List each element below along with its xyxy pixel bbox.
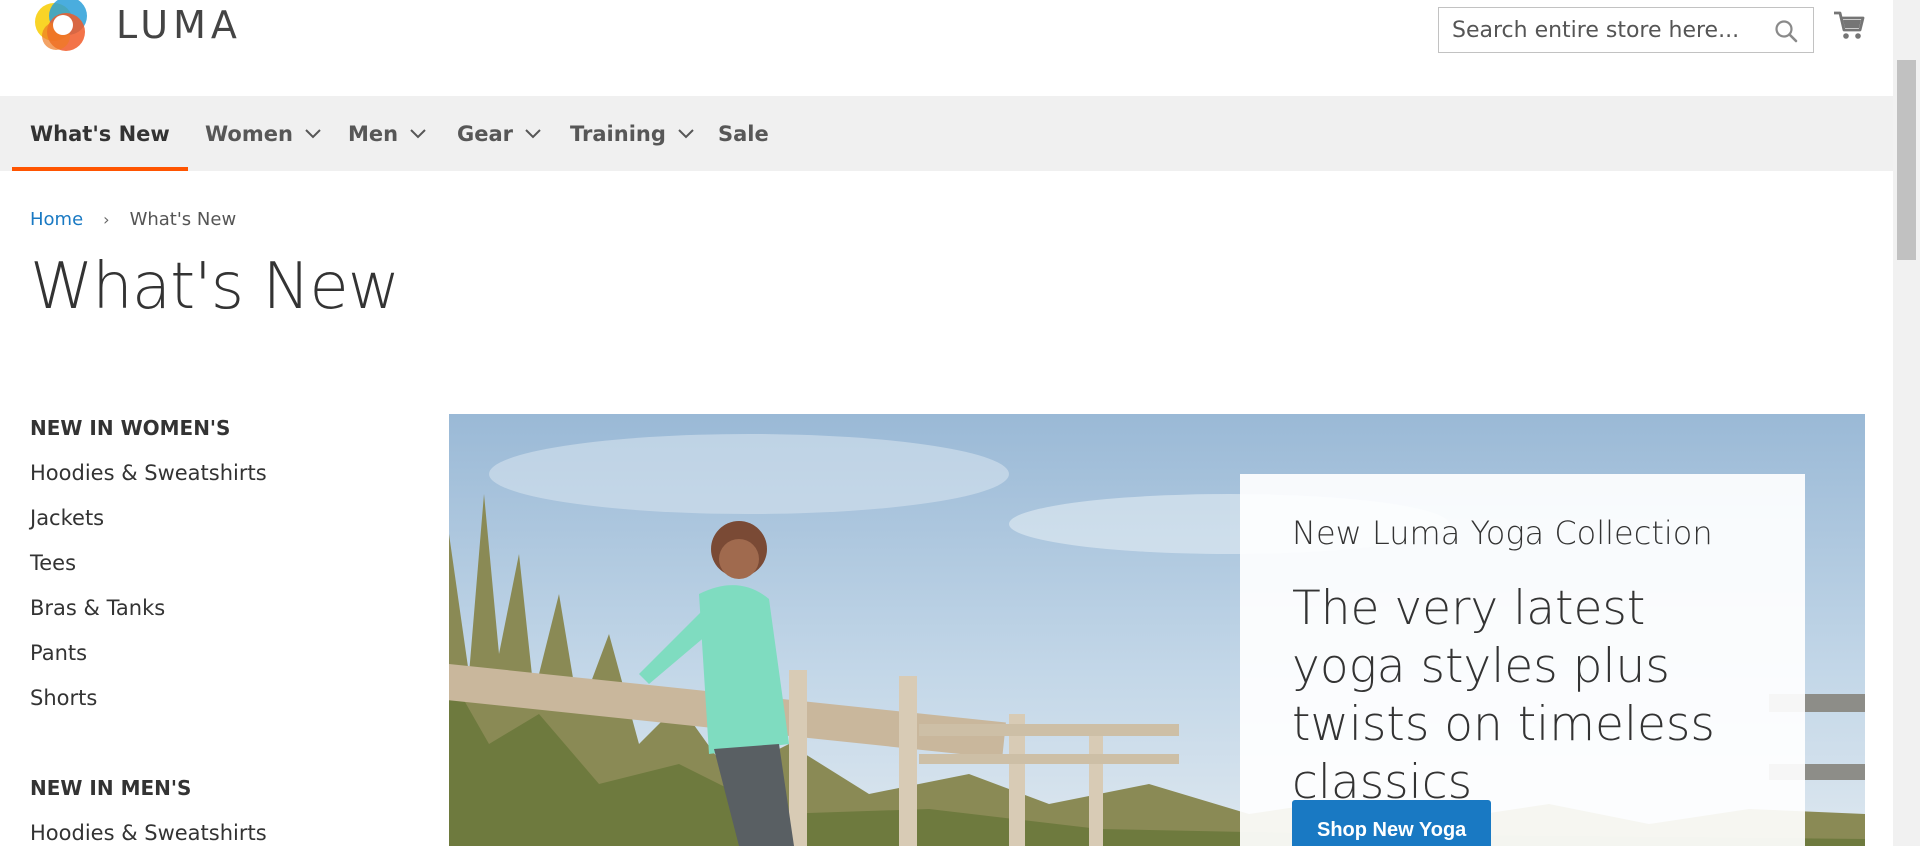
search-icon[interactable] — [1773, 18, 1799, 44]
chevron-down-icon — [305, 128, 321, 138]
breadcrumb: Home › What's New — [30, 209, 236, 230]
nav-whats-new[interactable]: What's New — [12, 96, 188, 171]
breadcrumb-current: What's New — [129, 209, 237, 230]
page-scrollbar[interactable] — [1893, 0, 1920, 846]
sidebar-link-women-tees[interactable]: Tees — [30, 551, 76, 575]
nav-label: What's New — [30, 121, 170, 146]
hero-title: The very latest yoga styles plus twists … — [1292, 581, 1715, 810]
sidebar-link-men-hoodies[interactable]: Hoodies & Sweatshirts — [30, 821, 267, 845]
sidebar-heading-women: NEW IN WOMEN'S — [30, 416, 231, 440]
nav-men[interactable]: Men — [348, 96, 426, 171]
nav-gear[interactable]: Gear — [457, 96, 541, 171]
shop-new-yoga-button[interactable]: Shop New Yoga — [1292, 800, 1492, 846]
sidebar-heading-men: NEW IN MEN'S — [30, 776, 192, 800]
search-box — [1438, 7, 1814, 53]
breadcrumb-separator: › — [103, 210, 110, 229]
main-navigation: What's New Women Men Gear Training Sale — [0, 96, 1893, 171]
hero-promo-card: New Luma Yoga Collection The very latest… — [1240, 474, 1805, 846]
sidebar-link-women-jackets[interactable]: Jackets — [30, 506, 104, 530]
search-input[interactable] — [1439, 8, 1813, 52]
chevron-down-icon — [678, 128, 694, 138]
sidebar-link-women-hoodies[interactable]: Hoodies & Sweatshirts — [30, 461, 267, 485]
nav-training[interactable]: Training — [570, 96, 694, 171]
sidebar-link-women-pants[interactable]: Pants — [30, 641, 87, 665]
chevron-down-icon — [410, 128, 426, 138]
sidebar-link-women-shorts[interactable]: Shorts — [30, 686, 97, 710]
chevron-down-icon — [525, 128, 541, 138]
cart-icon[interactable] — [1832, 8, 1866, 42]
page-title: What's New — [30, 250, 400, 324]
nav-label: Gear — [457, 121, 514, 146]
luma-logo-icon — [35, 0, 87, 51]
store-logo[interactable]: LUMA — [30, 0, 242, 58]
breadcrumb-home-link[interactable]: Home — [30, 209, 83, 230]
hero-subtitle: New Luma Yoga Collection — [1292, 514, 1713, 552]
nav-women[interactable]: Women — [205, 96, 321, 171]
logo-wordmark: LUMA — [116, 3, 242, 47]
page-header: LUMA — [0, 0, 1893, 96]
sidebar-link-women-bras-tanks[interactable]: Bras & Tanks — [30, 596, 165, 620]
hero-banner[interactable]: New Luma Yoga Collection The very latest… — [449, 414, 1865, 846]
nav-label: Sale — [718, 121, 769, 146]
nav-label: Women — [205, 121, 293, 146]
scrollbar-thumb[interactable] — [1897, 60, 1916, 260]
nav-label: Men — [348, 121, 399, 146]
nav-label: Training — [570, 121, 666, 146]
nav-sale[interactable]: Sale — [718, 96, 769, 171]
